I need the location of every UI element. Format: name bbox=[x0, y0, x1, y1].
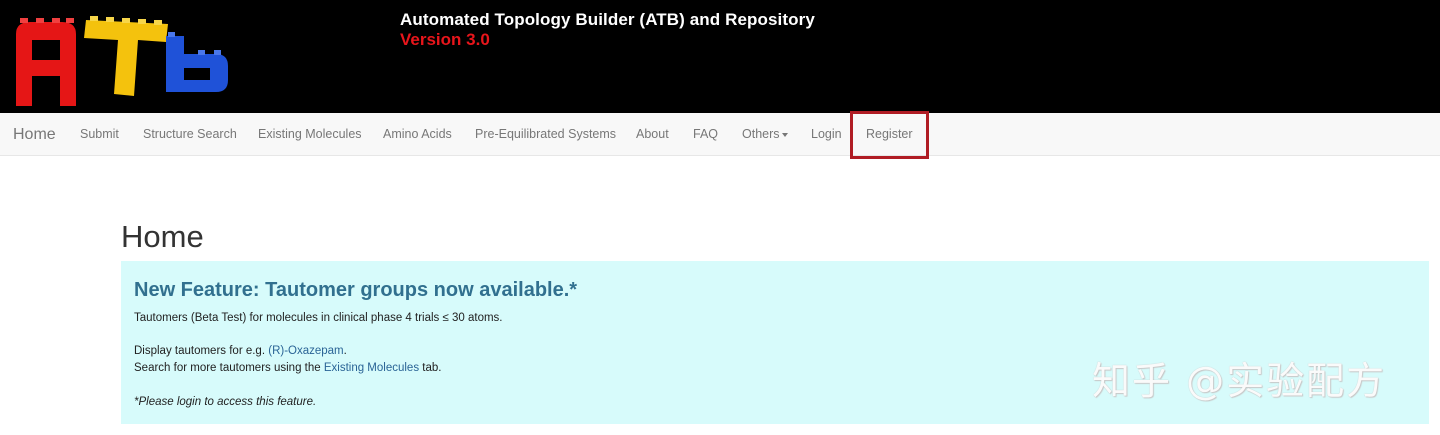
nav-item-about[interactable]: About bbox=[636, 113, 669, 156]
register-highlight-box bbox=[850, 111, 929, 159]
nav-item-pre-equilibrated-systems[interactable]: Pre-Equilibrated Systems bbox=[475, 113, 616, 156]
nav-brand-home[interactable]: Home bbox=[13, 113, 56, 156]
nav-item-structure-search[interactable]: Structure Search bbox=[143, 113, 237, 156]
alert-display-prefix: Display tautomers for e.g. bbox=[134, 345, 269, 357]
alert-display-suffix: . bbox=[343, 345, 347, 357]
logo-letter-b bbox=[166, 32, 228, 92]
main-navbar: Home Submit Structure Search Existing Mo… bbox=[0, 113, 1440, 156]
page-title: Home bbox=[121, 219, 204, 254]
logo-letter-a bbox=[16, 18, 76, 106]
nav-item-others-dropdown[interactable]: Others bbox=[742, 113, 788, 156]
oxazepam-link[interactable]: (R)-Oxazepam bbox=[268, 345, 343, 357]
existing-molecules-link[interactable]: Existing Molecules bbox=[324, 362, 419, 374]
alert-login-note: *Please login to access this feature. bbox=[134, 396, 317, 408]
nav-item-others-label: Others bbox=[742, 127, 780, 141]
site-version: Version 3.0 bbox=[400, 30, 490, 49]
caret-down-icon bbox=[781, 132, 788, 137]
nav-item-existing-molecules[interactable]: Existing Molecules bbox=[258, 113, 362, 156]
alert-search-prefix: Search for more tautomers using the bbox=[134, 362, 324, 374]
nav-item-amino-acids[interactable]: Amino Acids bbox=[383, 113, 452, 156]
alert-display-line: Display tautomers for e.g. (R)-Oxazepam. bbox=[134, 345, 347, 357]
alert-search-line: Search for more tautomers using the Exis… bbox=[134, 362, 441, 374]
alert-tautomers-info: Tautomers (Beta Test) for molecules in c… bbox=[134, 312, 503, 324]
alert-search-suffix: tab. bbox=[419, 362, 442, 374]
nav-item-login[interactable]: Login bbox=[811, 113, 842, 156]
alert-heading: New Feature: Tautomer groups now availab… bbox=[134, 279, 578, 301]
site-header: Automated Topology Builder (ATB) and Rep… bbox=[0, 0, 1440, 113]
logo-letter-t bbox=[84, 16, 168, 96]
atb-logo[interactable] bbox=[10, 14, 235, 106]
watermark-text: 知乎 @实验配方 bbox=[1092, 359, 1387, 403]
nav-item-faq[interactable]: FAQ bbox=[693, 113, 718, 156]
nav-item-submit[interactable]: Submit bbox=[80, 113, 119, 156]
site-title: Automated Topology Builder (ATB) and Rep… bbox=[400, 10, 815, 29]
